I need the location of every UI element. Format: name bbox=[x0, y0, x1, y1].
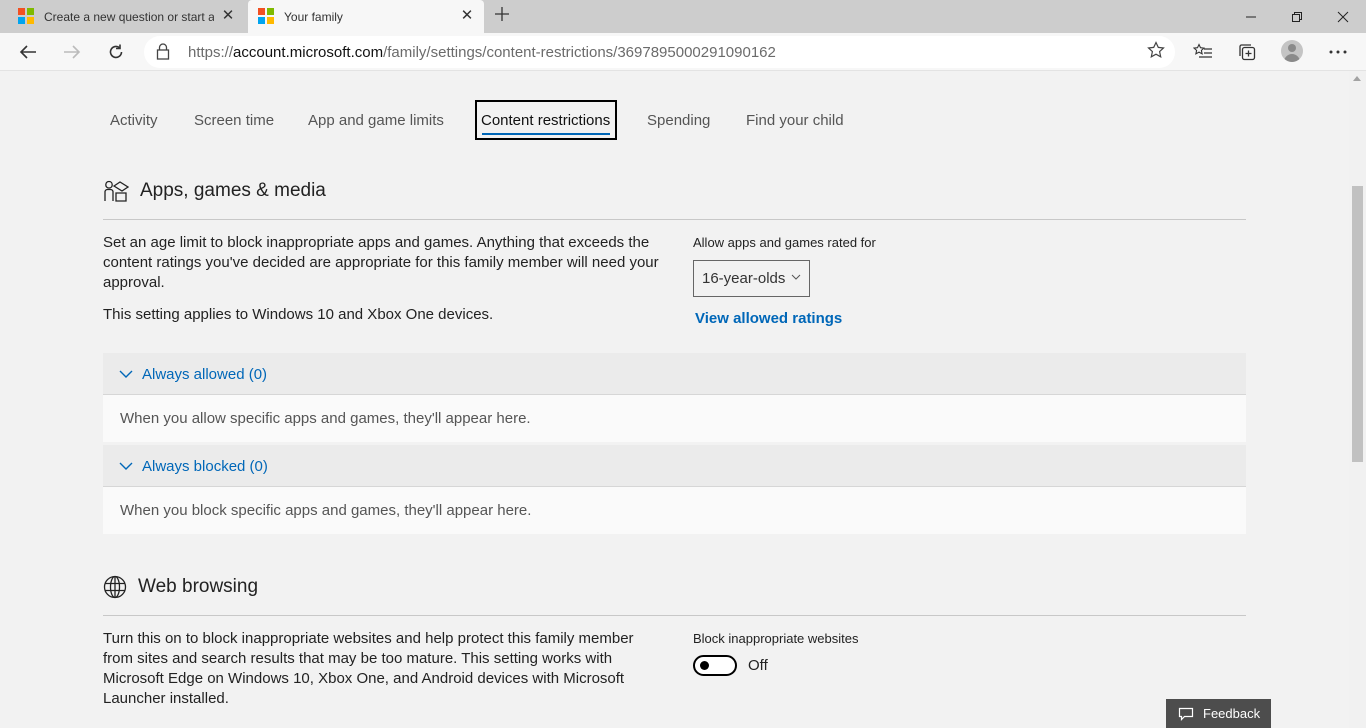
toggle-knob bbox=[700, 661, 709, 670]
always-blocked-label: Always blocked (0) bbox=[142, 457, 268, 475]
web-description: Turn this on to block inappropriate webs… bbox=[103, 630, 634, 707]
age-rating-value: 16-year-olds bbox=[702, 270, 786, 287]
active-tab-underline bbox=[482, 133, 610, 135]
section-divider bbox=[103, 615, 1246, 616]
always-blocked-header[interactable]: Always blocked (0) bbox=[103, 445, 1246, 487]
age-rating-select[interactable]: 16-year-olds bbox=[693, 260, 810, 297]
always-allowed-header[interactable]: Always allowed (0) bbox=[103, 353, 1246, 395]
favorites-list-icon bbox=[1193, 43, 1212, 58]
feedback-button[interactable]: Feedback bbox=[1166, 699, 1271, 728]
forward-arrow-icon bbox=[64, 45, 81, 59]
favorite-star-icon[interactable] bbox=[1147, 41, 1165, 64]
close-tab-icon[interactable]: ✕ bbox=[460, 8, 474, 23]
browser-tab-strip: Create a new question or start a ✕ Your … bbox=[0, 0, 1366, 33]
section-title: Web browsing bbox=[138, 576, 259, 597]
always-blocked-empty-text: When you block specific apps and games, … bbox=[103, 486, 1246, 534]
close-icon bbox=[1337, 11, 1349, 22]
always-allowed-empty-text: When you allow specific apps and games, … bbox=[103, 394, 1246, 442]
chat-bubble-icon bbox=[1178, 707, 1194, 721]
feedback-label: Feedback bbox=[1203, 706, 1261, 721]
collections-icon bbox=[1239, 44, 1256, 61]
tab-screen-time[interactable]: Screen time bbox=[194, 100, 274, 140]
restore-icon bbox=[1292, 11, 1302, 22]
tab-activity[interactable]: Activity bbox=[110, 100, 158, 140]
plus-icon bbox=[495, 7, 509, 21]
back-button[interactable] bbox=[13, 37, 43, 67]
apps-games-media-icon bbox=[104, 180, 129, 202]
microsoft-logo-icon bbox=[18, 8, 34, 24]
tab-title: Create a new question or start a bbox=[44, 9, 214, 24]
restore-button[interactable] bbox=[1274, 0, 1320, 33]
view-allowed-ratings-link[interactable]: View allowed ratings bbox=[695, 310, 842, 327]
toggle-state-text: Off bbox=[748, 657, 768, 674]
minimize-icon bbox=[1246, 16, 1256, 17]
chevron-down-icon bbox=[791, 274, 801, 280]
tab-title: Your family bbox=[284, 9, 343, 24]
apps-section-header: Apps, games & media bbox=[103, 179, 326, 203]
rating-select-label: Allow apps and games rated for bbox=[693, 235, 876, 250]
section-title: Apps, games & media bbox=[140, 180, 326, 201]
scroll-up-arrow-icon[interactable] bbox=[1353, 76, 1361, 81]
browser-tab-create-question[interactable]: Create a new question or start a ✕ bbox=[8, 0, 245, 33]
refresh-icon bbox=[109, 44, 123, 59]
tab-find-your-child[interactable]: Find your child bbox=[746, 100, 844, 140]
back-arrow-icon bbox=[19, 45, 36, 59]
minimize-button[interactable] bbox=[1228, 0, 1274, 33]
scrollbar-thumb[interactable] bbox=[1352, 186, 1363, 462]
block-websites-label: Block inappropriate websites bbox=[693, 631, 859, 646]
more-options-icon bbox=[1329, 50, 1347, 54]
browser-tab-your-family[interactable]: Your family ✕ bbox=[248, 0, 484, 33]
settings-more-button[interactable] bbox=[1323, 37, 1353, 67]
block-websites-toggle[interactable] bbox=[693, 655, 737, 676]
url-text[interactable]: https://account.microsoft.com/family/set… bbox=[188, 44, 776, 61]
refresh-button[interactable] bbox=[101, 37, 131, 67]
new-tab-button[interactable] bbox=[490, 5, 514, 27]
always-allowed-label: Always allowed (0) bbox=[142, 365, 268, 383]
apps-description: Set an age limit to block inappropriate … bbox=[103, 234, 659, 291]
collections-button[interactable] bbox=[1232, 37, 1262, 67]
chevron-down-icon bbox=[119, 370, 133, 378]
forward-button[interactable] bbox=[57, 37, 87, 67]
tab-app-and-game-limits[interactable]: App and game limits bbox=[308, 100, 444, 140]
globe-icon bbox=[103, 575, 127, 599]
apps-applies-note: This setting applies to Windows 10 and X… bbox=[103, 306, 494, 323]
web-section-header: Web browsing bbox=[103, 575, 258, 599]
section-divider bbox=[103, 219, 1246, 220]
chevron-down-icon bbox=[119, 462, 133, 470]
lock-icon[interactable] bbox=[156, 43, 170, 65]
tab-content-restrictions[interactable]: Content restrictions bbox=[475, 100, 617, 140]
microsoft-logo-icon bbox=[258, 8, 274, 24]
close-tab-icon[interactable]: ✕ bbox=[221, 8, 235, 23]
tab-spending[interactable]: Spending bbox=[647, 100, 710, 140]
tab-label: Content restrictions bbox=[481, 111, 611, 129]
profile-avatar[interactable] bbox=[1281, 40, 1303, 62]
favorites-button[interactable] bbox=[1188, 37, 1218, 67]
address-bar[interactable]: https://account.microsoft.com/family/set… bbox=[144, 36, 1175, 68]
close-window-button[interactable] bbox=[1320, 0, 1366, 33]
browser-toolbar: https://account.microsoft.com/family/set… bbox=[0, 33, 1366, 71]
